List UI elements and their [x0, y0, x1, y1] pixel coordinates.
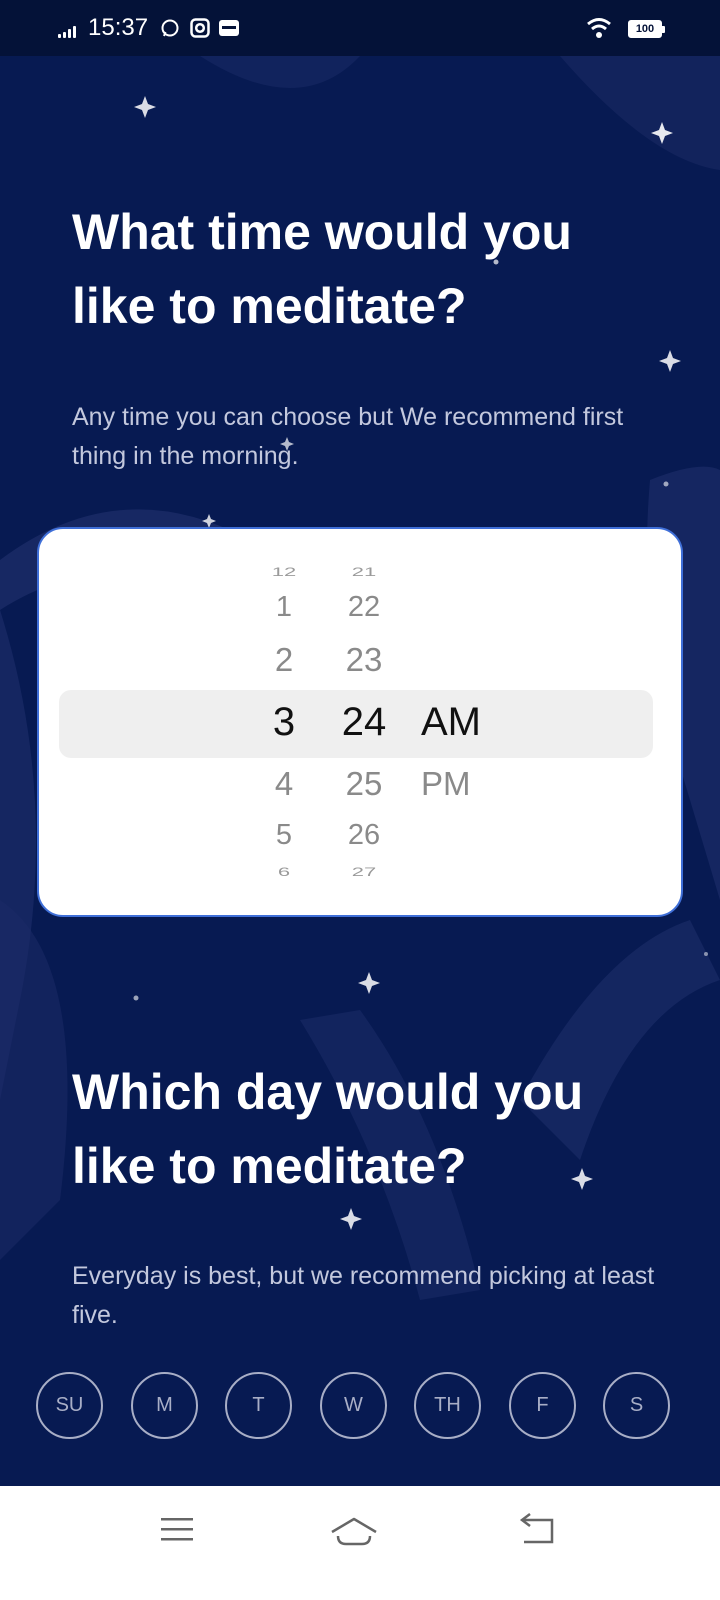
- home-icon[interactable]: [322, 1508, 386, 1552]
- minute-option[interactable]: 26: [314, 819, 414, 852]
- minute-wheel[interactable]: 21 22 23 24 25 26 27: [314, 529, 414, 915]
- status-time: 15:37: [88, 14, 149, 41]
- minute-selected[interactable]: 24: [314, 700, 414, 745]
- menu-icon[interactable]: [145, 1508, 209, 1552]
- day-chip-saturday[interactable]: S: [603, 1372, 670, 1439]
- time-question-title: What time would you like to meditate?: [72, 204, 572, 334]
- day-selector: SU M T W TH F S: [36, 1372, 686, 1440]
- day-chip-sunday[interactable]: SU: [36, 1372, 103, 1439]
- back-icon[interactable]: [506, 1508, 570, 1552]
- minute-option[interactable]: 21: [314, 565, 414, 579]
- wifi-icon: [587, 18, 611, 38]
- day-chip-tuesday[interactable]: T: [225, 1372, 292, 1439]
- battery-icon: 100: [628, 20, 665, 38]
- instagram-icon: [190, 18, 210, 38]
- status-bar: 15:37 100: [0, 0, 720, 56]
- time-picker: 12 1 2 3 4 5 6 21 22 23 24 25 26 27 AM P…: [37, 527, 683, 917]
- system-navigation-bar: [0, 1486, 720, 1600]
- time-question-subtitle: Any time you can choose but We recommend…: [72, 403, 624, 470]
- day-chip-wednesday[interactable]: W: [320, 1372, 387, 1439]
- period-wheel[interactable]: AM PM: [409, 529, 529, 915]
- period-option[interactable]: PM: [409, 765, 529, 803]
- period-selected[interactable]: AM: [409, 700, 529, 745]
- paytm-icon: [219, 20, 239, 36]
- day-question-title: Which day would you like to meditate?: [72, 1064, 584, 1194]
- meditation-reminder-screen: 15:37 100 What time would you like to me…: [0, 0, 720, 1600]
- day-chip-monday[interactable]: M: [131, 1372, 198, 1439]
- day-chip-thursday[interactable]: TH: [414, 1372, 481, 1439]
- minute-option[interactable]: 25: [314, 765, 414, 803]
- day-question-subtitle: Everyday is best, but we recommend picki…: [72, 1262, 655, 1329]
- minute-option[interactable]: 27: [314, 865, 414, 879]
- minute-option[interactable]: 22: [314, 591, 414, 624]
- signal-icon: [58, 24, 80, 38]
- minute-option[interactable]: 23: [314, 641, 414, 679]
- whatsapp-icon: [161, 19, 179, 37]
- day-chip-friday[interactable]: F: [509, 1372, 576, 1439]
